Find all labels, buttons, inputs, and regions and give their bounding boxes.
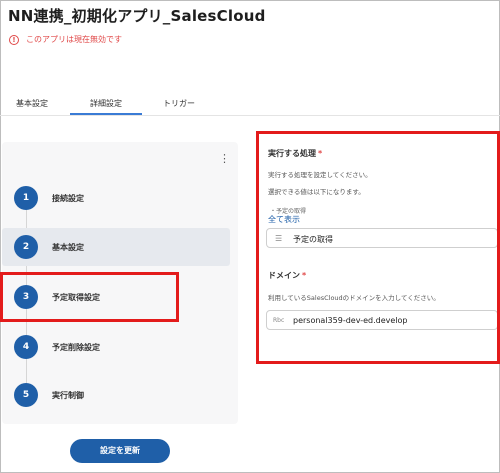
step-5-label[interactable]: 実行制御 [52, 390, 84, 401]
active-tab-indicator [70, 113, 142, 115]
step-2-number[interactable]: 2 [14, 235, 38, 259]
step-1-number[interactable]: 1 [14, 186, 38, 210]
step-4-number[interactable]: 4 [14, 335, 38, 359]
step-1-label[interactable]: 接続設定 [52, 193, 84, 204]
more-options-icon[interactable]: ⋮ [219, 153, 230, 164]
tab-detail-settings[interactable]: 詳細設定 [90, 98, 122, 109]
step-4-label[interactable]: 予定削除設定 [52, 342, 100, 353]
settings-highlight-box [256, 131, 500, 364]
step-5-number[interactable]: 5 [14, 383, 38, 407]
update-settings-button[interactable]: 設定を更新 [70, 439, 170, 463]
warning-text: このアプリは現在無効です [26, 35, 122, 44]
app-title: NN連携_初期化アプリ_SalesCloud [8, 7, 266, 25]
step-3-highlight-box [0, 272, 179, 322]
tab-trigger[interactable]: トリガー [163, 98, 195, 109]
tab-basic-settings[interactable]: 基本設定 [16, 98, 48, 109]
step-2-label[interactable]: 基本設定 [52, 242, 84, 253]
warning-icon: ! [9, 34, 19, 45]
disabled-warning: ! このアプリは現在無効です [9, 34, 122, 45]
